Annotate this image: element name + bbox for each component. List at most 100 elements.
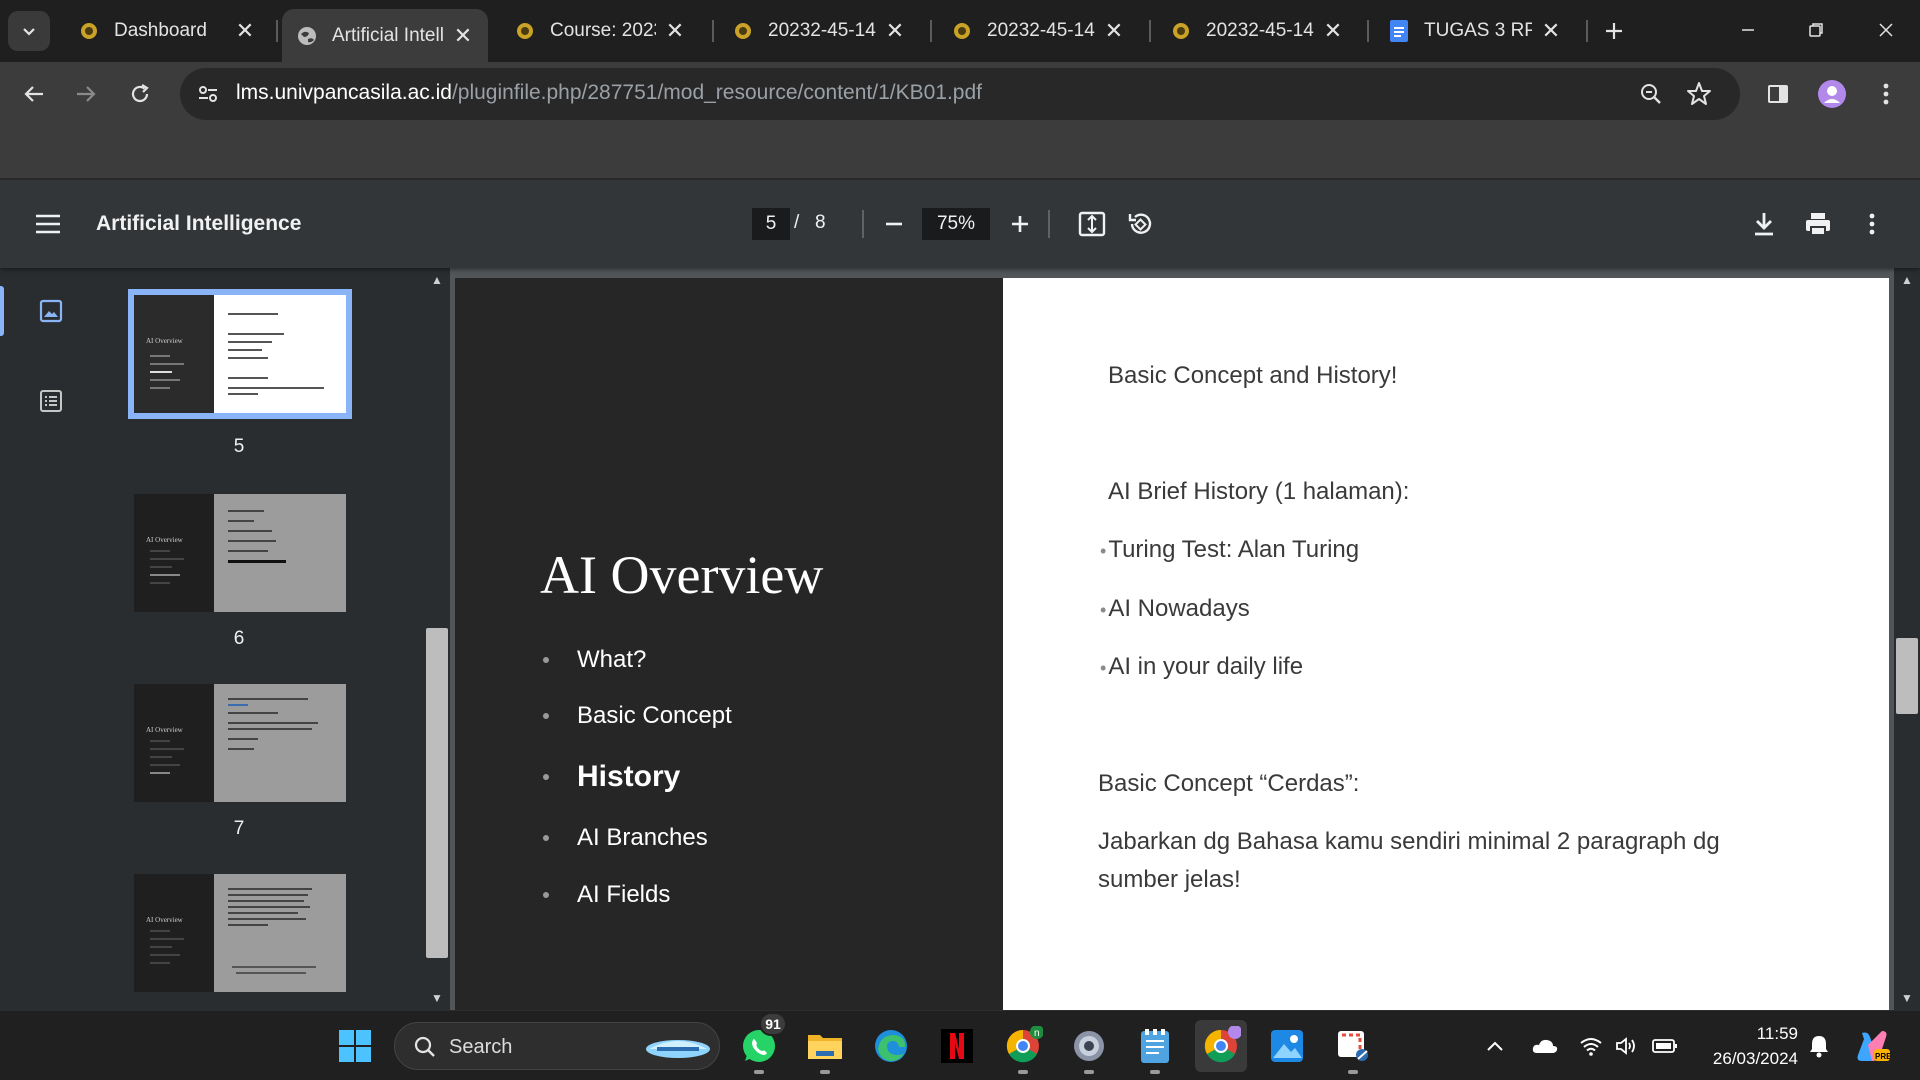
scrollbar-thumb[interactable]	[426, 628, 448, 958]
page-total: 8	[815, 212, 826, 233]
chrome-profile-app[interactable]: n	[997, 1020, 1049, 1074]
sidebar-scrollbar[interactable]: ▲ ▼	[424, 268, 450, 1010]
zoom-out-button[interactable]	[876, 206, 912, 242]
outline-view-button[interactable]	[30, 380, 72, 422]
thumbnail-line	[236, 972, 306, 974]
chrome-app[interactable]	[1195, 1020, 1247, 1072]
close-icon[interactable]: ✕	[1322, 18, 1344, 43]
sidebar-toggle-button[interactable]	[30, 206, 66, 242]
start-button[interactable]	[329, 1020, 381, 1072]
page-thumbnail-8[interactable]: AI Overview	[134, 874, 346, 992]
close-icon[interactable]: ✕	[452, 23, 474, 48]
close-icon[interactable]: ✕	[1103, 18, 1125, 43]
document-scrollbar[interactable]: ▲ ▼	[1894, 268, 1920, 1010]
thumbnail-line	[228, 560, 286, 563]
close-icon[interactable]: ✕	[664, 18, 686, 43]
download-button[interactable]	[1744, 204, 1784, 244]
netflix-app[interactable]	[931, 1020, 983, 1072]
bullet-icon: •	[1100, 658, 1107, 678]
settings-app[interactable]	[1063, 1020, 1115, 1074]
side-panel-button[interactable]	[1758, 74, 1798, 114]
close-window-button[interactable]	[1856, 10, 1916, 50]
url-text[interactable]: lms.univpancasila.ac.id/pluginfile.php/2…	[236, 81, 982, 105]
tab-course[interactable]: Course: 20232 ✕	[500, 9, 700, 53]
tab-course-2[interactable]: 20232-45-145 ✕	[718, 9, 920, 53]
clock[interactable]: 11:59 26/03/2024	[1700, 1021, 1798, 1071]
windows-logo-icon	[339, 1030, 371, 1062]
thumbnail-line	[228, 888, 312, 890]
profile-avatar[interactable]	[1812, 74, 1852, 114]
address-bar[interactable]: lms.univpancasila.ac.id/pluginfile.php/2…	[180, 68, 1740, 120]
reload-button[interactable]	[120, 74, 160, 114]
tab-course-4[interactable]: 20232-45-145 ✕	[1156, 9, 1358, 53]
close-icon[interactable]: ✕	[884, 18, 906, 43]
thumbnail-line	[150, 954, 180, 956]
zoom-icon[interactable]	[1636, 79, 1666, 109]
menu-icon	[36, 214, 60, 234]
scroll-up-arrow[interactable]: ▲	[424, 270, 450, 290]
page-thumbnail-7[interactable]: AI Overview	[134, 684, 346, 802]
page-number-input[interactable]: 5	[752, 208, 790, 240]
site-settings-icon[interactable]	[196, 82, 220, 111]
edge-app[interactable]	[865, 1020, 917, 1072]
scroll-down-arrow[interactable]: ▼	[1894, 988, 1920, 1008]
tab-separator	[1149, 20, 1151, 42]
thumbnail-line	[150, 756, 172, 758]
scroll-down-arrow[interactable]: ▼	[424, 988, 450, 1008]
thumbnail-line	[228, 341, 272, 343]
photos-app[interactable]	[1261, 1020, 1313, 1072]
chrome-menu-button[interactable]	[1866, 74, 1906, 114]
thumbnails-view-button[interactable]	[30, 290, 72, 332]
onedrive-icon[interactable]	[1530, 1031, 1560, 1061]
pdf-more-button[interactable]	[1852, 204, 1892, 244]
scroll-up-arrow[interactable]: ▲	[1894, 270, 1920, 290]
bullet-icon	[543, 657, 549, 663]
forward-button[interactable]	[66, 74, 106, 114]
minimize-button[interactable]	[1718, 10, 1778, 50]
zoom-level-input[interactable]: 75%	[922, 208, 990, 240]
new-tab-button[interactable]	[1597, 14, 1631, 48]
tab-title: 20232-45-145	[987, 20, 1095, 41]
close-icon[interactable]: ✕	[1540, 18, 1562, 43]
print-button[interactable]	[1798, 204, 1838, 244]
scrollbar-thumb[interactable]	[1896, 638, 1918, 714]
tab-tugas-rpl[interactable]: TUGAS 3 RPL ✕	[1374, 9, 1576, 53]
bookmark-star-icon[interactable]	[1684, 79, 1714, 109]
show-hidden-icons[interactable]	[1480, 1031, 1510, 1061]
page-thumbnail-5[interactable]: AI Overview	[128, 289, 352, 419]
whatsapp-app[interactable]: 91	[733, 1012, 787, 1074]
wifi-icon[interactable]	[1576, 1031, 1606, 1061]
pdf-canvas: AI Overview What? Basic Concept History …	[450, 268, 1894, 1010]
thumbnail-line	[228, 918, 306, 920]
tab-search-button[interactable]	[8, 11, 50, 51]
thumbnail-line	[228, 510, 264, 512]
tab-dashboard[interactable]: Dashboard ✕	[64, 9, 270, 53]
tab-course-3[interactable]: 20232-45-145 ✕	[937, 9, 1139, 53]
restore-button[interactable]	[1786, 10, 1846, 50]
browser-toolbar: lms.univpancasila.ac.id/pluginfile.php/2…	[0, 62, 1920, 126]
volume-icon[interactable]	[1612, 1031, 1642, 1061]
slide-item-text: History	[577, 760, 681, 793]
thumbnail-line	[228, 894, 308, 896]
rotate-button[interactable]	[1120, 204, 1160, 244]
notification-badge: 91	[759, 1012, 787, 1036]
page-separator: /	[794, 212, 800, 233]
taskbar-search[interactable]: Search	[394, 1022, 720, 1070]
page-thumbnail-6[interactable]: AI Overview	[134, 494, 346, 612]
fit-page-button[interactable]	[1072, 204, 1112, 244]
bullet-icon: •	[1100, 541, 1107, 561]
avatar-icon	[1818, 80, 1846, 108]
close-icon[interactable]: ✕	[234, 18, 256, 43]
minus-icon	[886, 222, 902, 226]
zoom-in-button[interactable]	[1002, 206, 1038, 242]
file-explorer-app[interactable]	[799, 1020, 851, 1074]
notepad-app[interactable]	[1129, 1020, 1181, 1074]
tab-artificial-intelligence[interactable]: Artificial Intelli ✕	[282, 9, 488, 62]
back-button[interactable]	[14, 74, 54, 114]
copilot-icon[interactable]: PRE	[1852, 1031, 1892, 1061]
snipping-tool-app[interactable]	[1327, 1020, 1379, 1074]
notifications-icon[interactable]	[1804, 1031, 1834, 1061]
svg-text:PRE: PRE	[1875, 1052, 1890, 1061]
thumbnail-line	[232, 966, 316, 968]
battery-icon[interactable]	[1650, 1031, 1680, 1061]
